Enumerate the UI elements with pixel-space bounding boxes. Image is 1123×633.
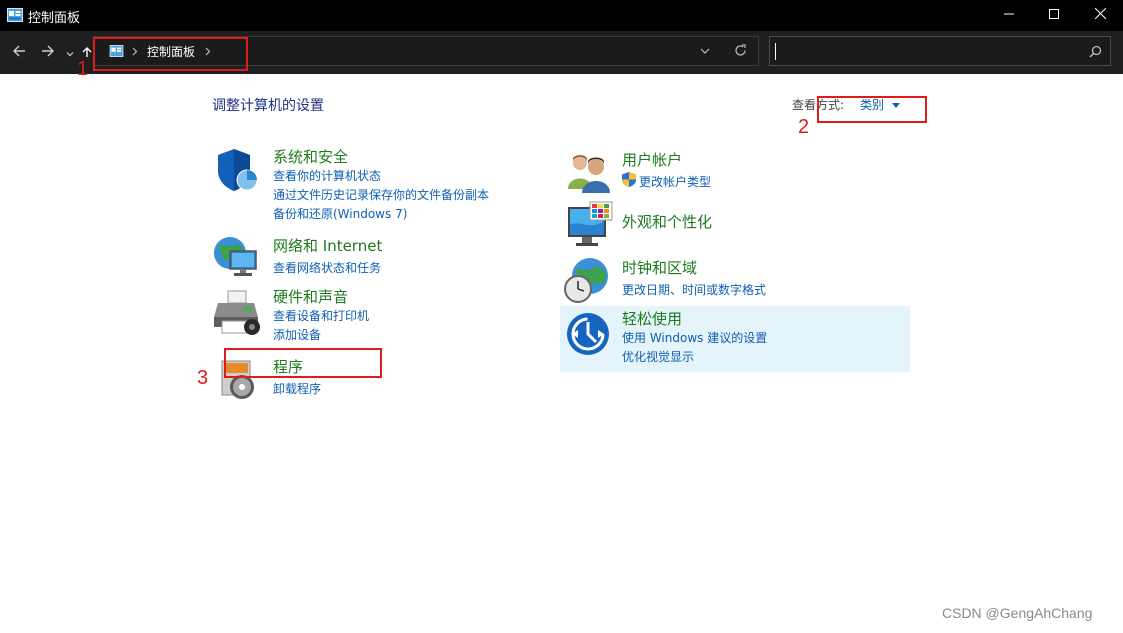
category-ease-of-access[interactable]: 轻松使用 xyxy=(622,308,682,329)
maximize-button[interactable] xyxy=(1031,0,1077,31)
printer-icon xyxy=(214,290,260,335)
annotation-number-3: 3 xyxy=(197,367,209,389)
minimize-icon xyxy=(1004,13,1014,15)
uac-shield-icon xyxy=(622,172,636,187)
annotation-box-3 xyxy=(224,348,382,378)
category-user-accounts[interactable]: 用户帐户 xyxy=(622,149,682,170)
search-box[interactable] xyxy=(769,36,1111,66)
arrow-up-icon xyxy=(82,47,92,57)
arrow-left-icon xyxy=(13,45,25,57)
refresh-icon[interactable] xyxy=(734,44,747,57)
users-icon xyxy=(568,155,610,193)
link-view-devices-printers[interactable]: 查看设备和打印机 xyxy=(273,307,369,324)
window-title: 控制面板 xyxy=(28,11,81,26)
close-icon xyxy=(1094,7,1106,20)
monitor-palette-icon xyxy=(568,201,613,246)
ease-of-access-icon xyxy=(567,313,609,355)
link-backup-restore[interactable]: 备份和还原(Windows 7) xyxy=(273,205,407,222)
category-appearance-personalization[interactable]: 外观和个性化 xyxy=(622,211,712,232)
forward-button[interactable] xyxy=(38,43,58,63)
annotation-number-2: 2 xyxy=(798,116,810,138)
link-use-windows-recommended-settings[interactable]: 使用 Windows 建议的设置 xyxy=(622,329,767,346)
clock-globe-icon xyxy=(564,258,608,303)
minimize-button[interactable] xyxy=(986,0,1032,31)
maximize-icon xyxy=(1049,9,1059,19)
category-hardware-sound[interactable]: 硬件和声音 xyxy=(273,286,348,307)
watermark-text: CSDN @GengAhChang xyxy=(942,605,1093,621)
link-optimize-visual-display[interactable]: 优化视觉显示 xyxy=(622,348,694,365)
category-system-security[interactable]: 系统和安全 xyxy=(273,146,348,167)
link-uninstall-program[interactable]: 卸载程序 xyxy=(273,380,321,397)
chevron-down-icon xyxy=(66,52,74,57)
network-globe-icon xyxy=(214,237,257,276)
control-panel-app-icon xyxy=(7,8,23,22)
link-file-history-backup[interactable]: 通过文件历史记录保存你的文件备份副本 xyxy=(273,186,489,203)
recent-locations-button[interactable] xyxy=(63,43,77,63)
close-button[interactable] xyxy=(1077,0,1123,31)
shield-icon xyxy=(218,149,258,191)
link-view-network-status[interactable]: 查看网络状态和任务 xyxy=(273,259,381,276)
search-icon[interactable] xyxy=(1089,45,1102,58)
search-input[interactable] xyxy=(774,40,1078,64)
link-change-account-type[interactable]: 更改帐户类型 xyxy=(639,173,711,190)
annotation-box-2 xyxy=(817,96,927,123)
category-network-internet[interactable]: 网络和 Internet xyxy=(273,235,382,256)
link-change-date-time-format[interactable]: 更改日期、时间或数字格式 xyxy=(622,281,766,298)
annotation-box-1 xyxy=(93,37,248,71)
page-title: 调整计算机的设置 xyxy=(212,98,324,114)
address-history-dropdown-icon[interactable] xyxy=(700,47,710,55)
back-button[interactable] xyxy=(9,43,29,63)
title-bar: 控制面板 xyxy=(0,0,1123,31)
arrow-right-icon xyxy=(42,45,54,57)
link-add-device[interactable]: 添加设备 xyxy=(273,326,321,343)
category-clock-region[interactable]: 时钟和区域 xyxy=(622,257,697,278)
annotation-number-1: 1 xyxy=(77,58,89,80)
link-view-computer-status[interactable]: 查看你的计算机状态 xyxy=(273,167,381,184)
